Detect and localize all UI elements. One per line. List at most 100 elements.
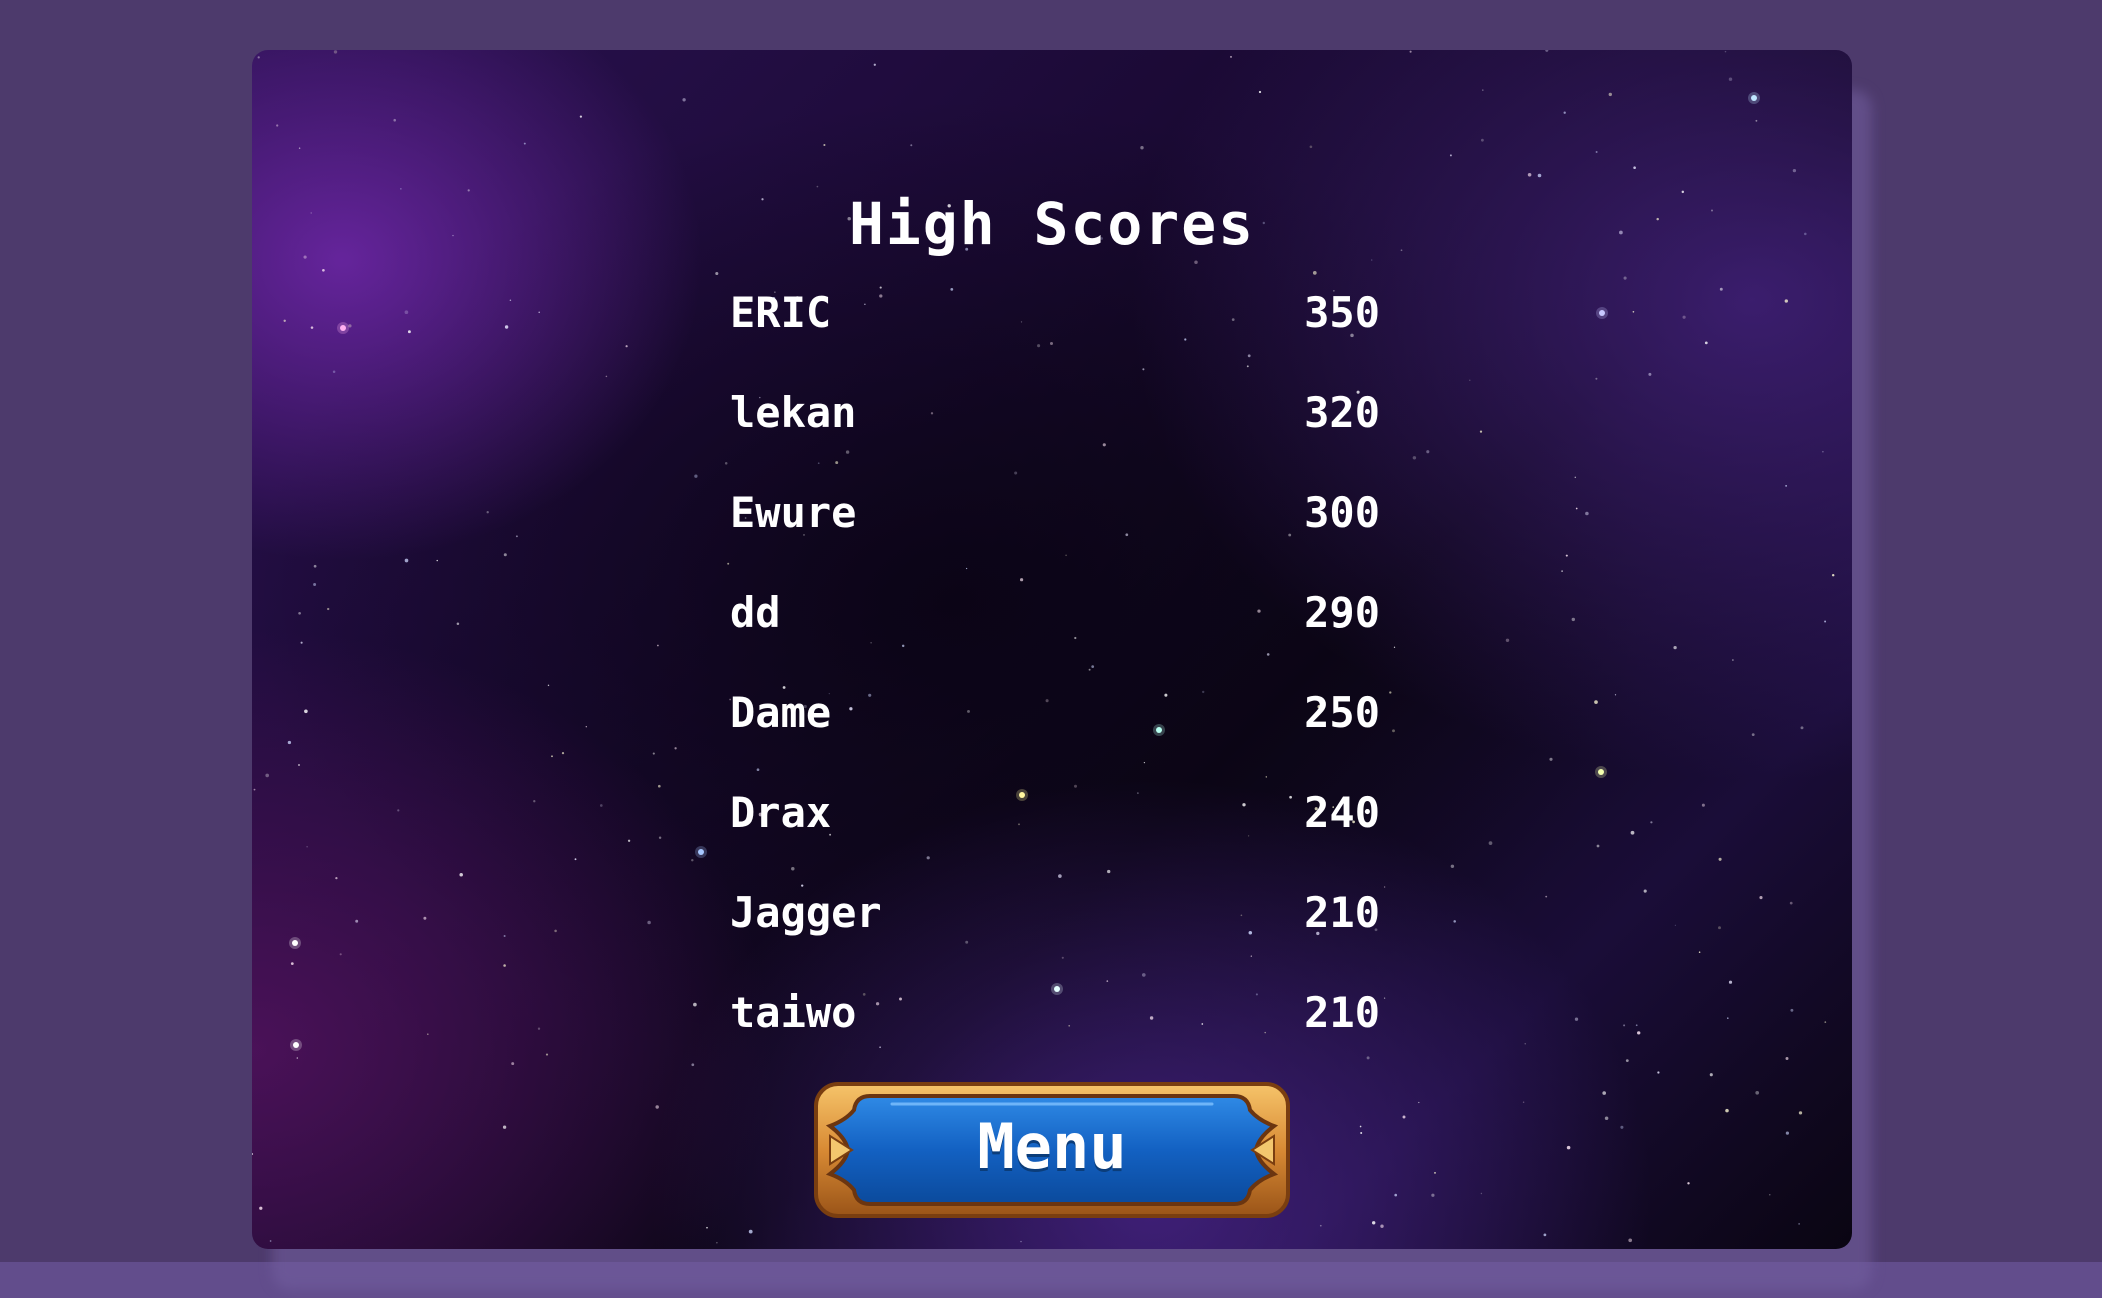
star [511,1062,515,1066]
star [727,562,730,565]
star [1718,857,1722,861]
star [407,330,411,334]
star [1389,691,1392,694]
star [423,916,427,920]
star [716,1242,718,1244]
star [627,839,631,842]
star [1614,694,1617,696]
star [1481,138,1484,142]
star [1732,659,1734,661]
star [1718,926,1721,930]
star [1359,1125,1362,1128]
star [1824,620,1827,623]
star [1620,1125,1624,1129]
star [1798,1111,1803,1115]
star [1140,146,1144,150]
star [1728,77,1733,81]
star [332,370,336,374]
star [1728,980,1733,984]
star [298,611,301,615]
bright-star [293,1042,299,1048]
star [1784,299,1788,303]
star [1725,1108,1729,1113]
star [1574,1017,1579,1021]
star [585,726,587,728]
star [269,1240,272,1242]
star [724,462,728,465]
star [504,325,509,329]
star [1431,1193,1435,1197]
star [816,185,819,188]
star [1561,570,1563,572]
star [1701,803,1705,807]
star [1402,1115,1406,1119]
star [658,836,662,840]
star [313,583,317,586]
star [547,684,550,687]
star [1789,901,1793,905]
player-score: 210 [1304,888,1380,937]
player-name: taiwo [730,988,857,1037]
star [436,559,438,562]
star [259,1206,263,1210]
star [1595,377,1598,380]
star [404,558,409,563]
star [1633,166,1636,169]
star [287,740,292,745]
star [554,929,557,933]
star [682,98,686,102]
star [1571,617,1576,622]
star [1479,430,1483,433]
score-row: ERIC 350 [730,288,1380,388]
star [1426,450,1430,454]
star [1759,896,1763,900]
player-score: 350 [1304,288,1380,337]
star [691,1063,695,1067]
star [1480,1192,1483,1195]
star [551,755,553,758]
star [1522,1101,1525,1103]
star [1450,864,1455,869]
star [823,143,826,147]
star [1673,645,1677,650]
star [503,964,506,967]
bright-star [698,849,704,855]
star [1851,1240,1852,1243]
star [579,115,583,118]
star [1488,841,1493,845]
star [1785,485,1787,487]
star [1412,456,1417,460]
star [486,511,489,514]
star [1585,511,1589,516]
player-score: 210 [1304,988,1380,1037]
star [1704,341,1708,345]
star [715,271,719,276]
score-row: taiwo 210 [730,988,1380,1088]
star [1630,830,1635,835]
star [1792,168,1797,173]
star [257,56,260,59]
star [1709,1073,1713,1077]
star [1312,271,1317,275]
player-name: ERIC [730,288,832,337]
star [276,124,279,127]
star [1831,573,1835,577]
star [1625,1059,1629,1062]
player-name: Drax [730,788,832,837]
star [561,752,565,755]
star [1822,450,1824,453]
score-row: dd 290 [730,588,1380,688]
menu-button[interactable]: Menu [812,1080,1292,1220]
star [1595,151,1598,153]
star [1482,89,1484,91]
star [1372,1221,1376,1225]
star [574,858,577,861]
star [1632,310,1635,313]
game-panel: High Scores ERIC 350 lekan 320 Ewure 300… [252,50,1852,1249]
star [355,919,359,923]
star [1469,379,1471,381]
star [339,953,342,956]
star [1392,729,1395,733]
star [1258,90,1262,94]
star [253,788,256,791]
